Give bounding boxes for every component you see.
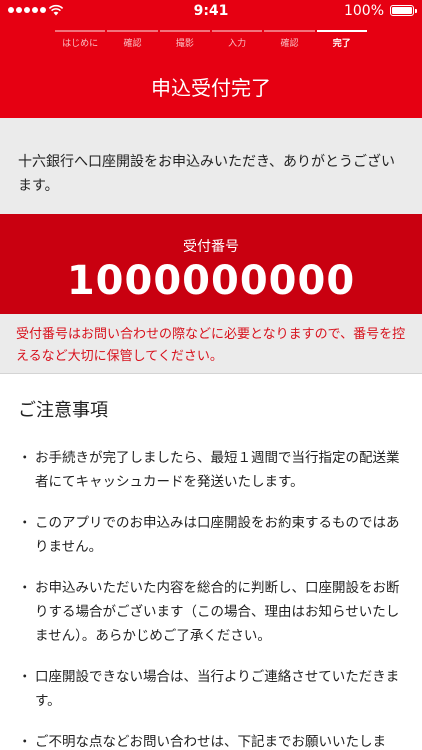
notes-list: ・お手続きが完了しましたら、最短１週間で当行指定の配送業者にてキャッシュカードを… bbox=[18, 446, 404, 750]
step-2: 確認 bbox=[107, 30, 158, 50]
note-text: このアプリでのお申込みは口座開設をお約束するものではありません。 bbox=[35, 515, 400, 555]
note-item: ・ご不明な点などお問い合わせは、下記までお願いいたします。 bbox=[18, 730, 404, 750]
step-4: 入力 bbox=[211, 30, 263, 50]
page-title: 申込受付完了 bbox=[151, 76, 271, 100]
header: 9:41 100% はじめに 確認 撮影 入力 確認 完了 申込受付完了 bbox=[0, 0, 422, 118]
note-bullet: ・ bbox=[18, 669, 32, 685]
thanks-message: 十六銀行へ口座開設をお申込みいただき、ありがとうございます。 bbox=[0, 118, 422, 214]
note-text: お手続きが完了しましたら、最短１週間で当行指定の配送業者にてキャッシュカードを発… bbox=[35, 450, 400, 490]
progress-steps: はじめに 確認 撮影 入力 確認 完了 bbox=[54, 30, 368, 50]
warning-message: 受付番号はお問い合わせの際などに必要となりますので、番号を控えるなど大切に保管し… bbox=[0, 314, 422, 374]
step-1: はじめに bbox=[55, 30, 106, 50]
receipt-label: 受付番号 bbox=[183, 239, 239, 255]
note-item: ・このアプリでのお申込みは口座開設をお約束するものではありません。 bbox=[18, 511, 404, 559]
step-3: 撮影 bbox=[159, 30, 210, 50]
battery-percentage: 100% bbox=[343, 3, 384, 19]
notes-section[interactable]: ご注意事項 ・お手続きが完了しましたら、最短１週間で当行指定の配送業者にてキャッ… bbox=[0, 374, 422, 750]
note-bullet: ・ bbox=[18, 515, 32, 531]
battery-icon bbox=[390, 5, 417, 16]
note-item: ・口座開設できない場合は、当行よりご連絡させていただきます。 bbox=[18, 665, 404, 713]
status-bar: 9:41 100% bbox=[0, 0, 422, 22]
note-bullet: ・ bbox=[18, 734, 32, 750]
note-text: お申込みいただいた内容を総合的に判断し、口座開設をお断りする場合がございます（こ… bbox=[35, 580, 400, 644]
step-6: 完了 bbox=[316, 30, 367, 50]
note-item: ・お申込みいただいた内容を総合的に判断し、口座開設をお断りする場合がございます（… bbox=[18, 576, 404, 648]
receipt-panel: 受付番号 1000000000 bbox=[0, 214, 422, 314]
notes-title: ご注意事項 bbox=[18, 400, 108, 421]
note-item: ・お手続きが完了しましたら、最短１週間で当行指定の配送業者にてキャッシュカードを… bbox=[18, 446, 404, 494]
receipt-number: 1000000000 bbox=[66, 258, 356, 304]
note-bullet: ・ bbox=[18, 450, 32, 466]
step-5: 確認 bbox=[264, 30, 315, 50]
note-bullet: ・ bbox=[18, 580, 32, 596]
note-text: 口座開設できない場合は、当行よりご連絡させていただきます。 bbox=[35, 669, 400, 709]
note-text: ご不明な点などお問い合わせは、下記までお願いいたします。 bbox=[35, 734, 386, 750]
